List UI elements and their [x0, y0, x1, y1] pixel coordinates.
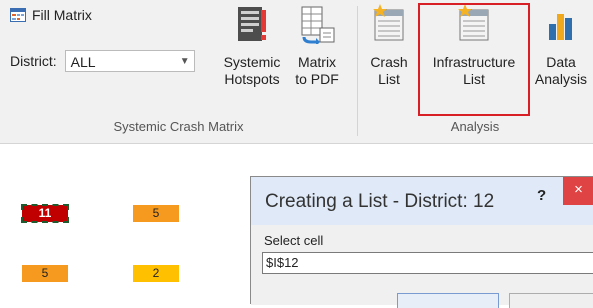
group-label-analysis: Analysis	[450, 119, 500, 134]
hotspot-report-icon	[238, 7, 266, 41]
select-cell-label: Select cell	[264, 233, 324, 248]
district-label: District:	[10, 53, 57, 69]
cell-reference-input[interactable]: $I$12	[262, 252, 593, 274]
ribbon: Fill Matrix District: ALL ▼ Systemic Hot…	[0, 0, 593, 144]
matrix-cell[interactable]: 5	[133, 205, 179, 222]
district-value: ALL	[70, 54, 96, 70]
fill-matrix-button[interactable]: Fill Matrix	[10, 7, 92, 23]
dialog-title: Creating a List - District: 12	[265, 191, 495, 212]
dialog-titlebar[interactable]: Creating a List - District: 12 ? ×	[251, 177, 593, 225]
district-dropdown[interactable]: ALL ▼	[64, 50, 195, 72]
matrix-cell-selected[interactable]: 11	[21, 204, 69, 223]
data-analysis-button[interactable]: Data Analysis	[531, 4, 591, 88]
analysis-label-2: Analysis	[534, 71, 588, 87]
systemic-label-1: Systemic	[223, 54, 281, 70]
systemic-label-2: Hotspots	[224, 71, 280, 87]
crash-label-2: List	[378, 71, 400, 87]
help-button[interactable]: ?	[537, 187, 546, 204]
pdf-label-1: Matrix	[297, 54, 337, 70]
chevron-down-icon: ▼	[179, 56, 190, 67]
bar-chart-icon	[549, 14, 572, 40]
analysis-label-1: Data	[546, 54, 576, 70]
pdf-label-2: to PDF	[295, 71, 339, 87]
crash-list-button[interactable]: Crash List	[366, 4, 412, 88]
creating-list-dialog: Creating a List - District: 12 ? × Selec…	[250, 176, 593, 308]
matrix-cell[interactable]: 5	[22, 265, 68, 282]
fill-matrix-label: Fill Matrix	[32, 7, 92, 23]
district-row: District: ALL ▼	[10, 50, 195, 72]
matrix-grid-icon	[10, 8, 26, 22]
export-pdf-icon	[301, 6, 335, 46]
dialog-body: Select cell $I$12	[251, 225, 593, 308]
crash-label-1: Crash	[370, 54, 408, 70]
group-label-systemic: Systemic Crash Matrix	[113, 119, 244, 134]
cancel-button[interactable]	[509, 293, 593, 308]
group-divider	[357, 6, 358, 136]
matrix-to-pdf-button[interactable]: Matrix to PDF	[286, 4, 348, 88]
close-button[interactable]: ×	[563, 177, 593, 205]
matrix-cell[interactable]: 2	[133, 265, 179, 282]
selected-button-highlight	[418, 3, 530, 116]
ok-button[interactable]	[397, 293, 499, 308]
crash-list-icon	[373, 4, 404, 41]
systemic-hotspots-button[interactable]: Systemic Hotspots	[218, 4, 286, 88]
